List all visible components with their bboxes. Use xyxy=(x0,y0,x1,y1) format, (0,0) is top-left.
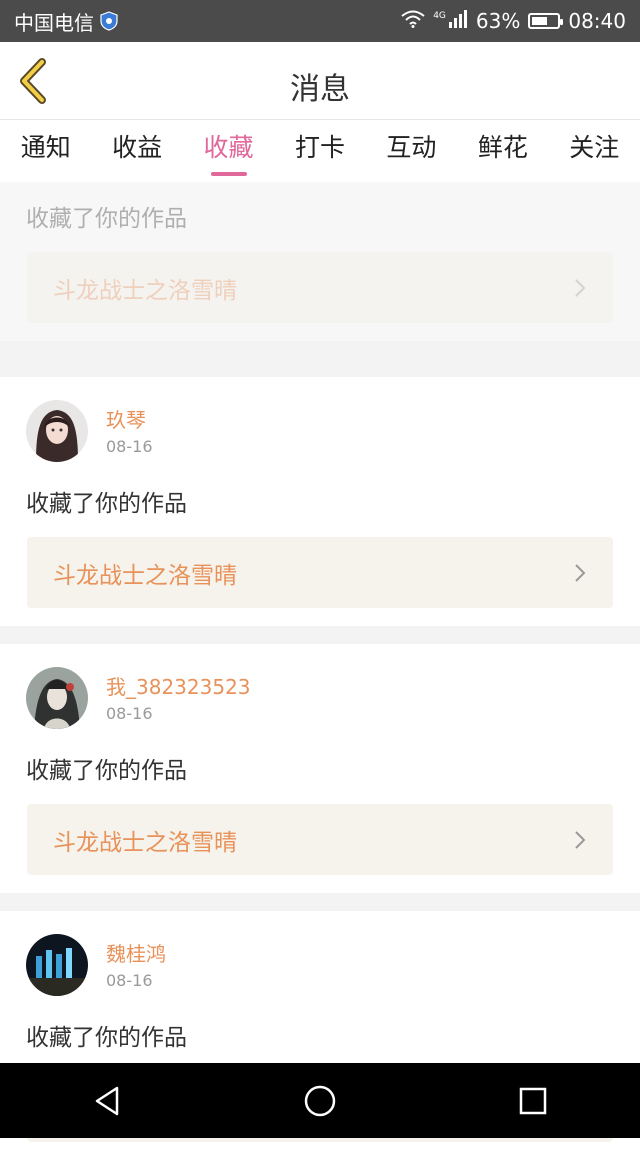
user-name[interactable]: 我_382323523 xyxy=(106,674,251,700)
message-card: 我_382323523 08-16 收藏了你的作品 斗龙战士之洛雪晴 xyxy=(0,644,640,893)
nav-back-button[interactable] xyxy=(77,1071,137,1131)
network-type: 4G xyxy=(433,11,446,21)
user-name[interactable]: 魏桂鸿 xyxy=(106,941,166,967)
chevron-right-icon xyxy=(575,278,586,297)
chevron-right-icon xyxy=(575,830,586,849)
tab-following[interactable]: 关注 xyxy=(549,120,640,182)
system-nav-bar xyxy=(0,1063,640,1138)
user-name[interactable]: 玖琴 xyxy=(106,407,153,433)
battery-icon xyxy=(528,13,564,29)
header-bar: 消息 xyxy=(0,42,640,120)
battery-fill xyxy=(532,17,548,25)
user-row: 魏桂鸿 08-16 xyxy=(0,911,640,997)
nav-recents-button[interactable] xyxy=(503,1071,563,1131)
tab-bar: 通知 收益 收藏 打卡 互动 鲜花 关注 xyxy=(0,120,640,182)
chevron-right-icon xyxy=(575,563,586,582)
triangle-back-icon xyxy=(95,1086,118,1115)
carrier-name: 中国电信 xyxy=(14,10,94,35)
work-title: 斗龙战士之洛雪晴 xyxy=(53,829,237,856)
tab-favorites[interactable]: 收藏 xyxy=(183,120,274,182)
message-date: 08-16 xyxy=(106,436,153,456)
status-right: 4G 63% 08:40 xyxy=(401,9,626,33)
status-bar: 中国电信 4G 63% 08:40 xyxy=(0,0,640,42)
work-link[interactable]: 斗龙战士之洛雪晴 xyxy=(27,252,613,323)
work-title: 斗龙战士之洛雪晴 xyxy=(53,277,237,304)
user-info: 玖琴 08-16 xyxy=(106,407,153,456)
tab-interactions[interactable]: 互动 xyxy=(366,120,457,182)
avatar[interactable] xyxy=(26,400,88,462)
tab-earnings[interactable]: 收益 xyxy=(91,120,182,182)
wifi-icon xyxy=(401,9,425,33)
message-action: 收藏了你的作品 xyxy=(26,1025,187,1051)
tab-notifications[interactable]: 通知 xyxy=(0,120,91,182)
battery-percent: 63% xyxy=(475,9,521,33)
nav-home-button[interactable] xyxy=(290,1071,350,1131)
message-action: 收藏了你的作品 xyxy=(26,758,187,784)
signal-icon xyxy=(448,9,468,33)
message-list: 收藏了你的作品 斗龙战士之洛雪晴 玖琴 08-16 收藏了你的作品 斗龙战士之洛… xyxy=(0,182,640,1160)
tab-checkin[interactable]: 打卡 xyxy=(274,120,365,182)
avatar[interactable] xyxy=(26,667,88,729)
tab-flowers[interactable]: 鲜花 xyxy=(457,120,548,182)
message-date: 08-16 xyxy=(106,703,153,723)
square-recents-icon xyxy=(520,1087,547,1114)
work-link[interactable]: 斗龙战士之洛雪晴 xyxy=(27,804,613,875)
user-row: 我_382323523 08-16 xyxy=(0,644,640,730)
clock: 08:40 xyxy=(568,9,626,33)
circle-home-icon xyxy=(304,1085,336,1116)
work-title: 斗龙战士之洛雪晴 xyxy=(53,562,237,589)
message-action: 收藏了你的作品 xyxy=(26,206,187,232)
avatar[interactable] xyxy=(26,934,88,996)
message-card: 收藏了你的作品 斗龙战士之洛雪晴 xyxy=(0,182,640,341)
user-info: 我_382323523 08-16 xyxy=(106,674,251,723)
shield-icon xyxy=(100,11,118,31)
message-card: 玖琴 08-16 收藏了你的作品 斗龙战士之洛雪晴 xyxy=(0,377,640,626)
work-link[interactable]: 斗龙战士之洛雪晴 xyxy=(27,537,613,608)
user-info: 魏桂鸿 08-16 xyxy=(106,941,166,990)
message-date: 08-16 xyxy=(106,970,153,990)
page-title: 消息 xyxy=(290,72,350,107)
message-action: 收藏了你的作品 xyxy=(26,491,187,517)
user-row: 玖琴 08-16 xyxy=(0,377,640,463)
carrier-group: 中国电信 xyxy=(14,7,118,36)
